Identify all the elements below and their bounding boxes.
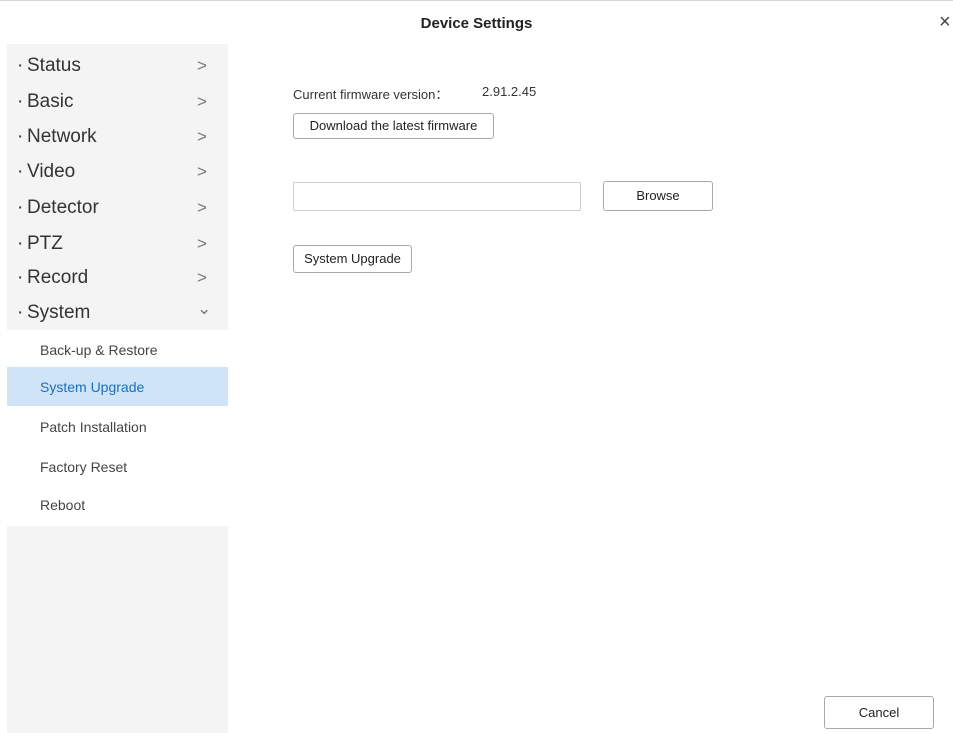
sidebar-item-label: Basic <box>27 91 74 112</box>
sidebar-item-label: Detector <box>27 197 99 218</box>
submenu-item-backup-restore[interactable]: Back-up & Restore <box>7 330 228 369</box>
submenu-item-patch-installation[interactable]: Patch Installation <box>7 407 228 446</box>
sidebar-item-status[interactable]: · Status > <box>7 48 228 84</box>
title-bar: Device Settings × <box>0 0 953 44</box>
sidebar-item-record[interactable]: · Record > <box>7 260 228 296</box>
submenu-item-system-upgrade[interactable]: System Upgrade <box>7 367 228 406</box>
submenu-item-factory-reset[interactable]: Factory Reset <box>7 447 228 486</box>
bullet-icon: · <box>17 267 24 288</box>
sidebar-item-basic[interactable]: · Basic > <box>7 84 228 120</box>
sidebar-item-label: PTZ <box>27 233 63 254</box>
bullet-icon: · <box>17 55 24 76</box>
chevron-right-icon: > <box>197 162 207 181</box>
sidebar-item-label: Record <box>27 267 89 288</box>
close-icon[interactable]: × <box>939 11 953 33</box>
browse-button[interactable]: Browse <box>603 181 713 211</box>
sidebar-item-label: System <box>27 302 91 323</box>
submenu-item-label: Reboot <box>40 497 86 513</box>
submenu-item-reboot[interactable]: Reboot <box>7 485 228 524</box>
submenu-item-label: System Upgrade <box>40 379 145 395</box>
chevron-down-icon: ⌄ <box>197 299 212 318</box>
download-firmware-button[interactable]: Download the latest firmware <box>293 113 494 139</box>
sidebar-item-video[interactable]: · Video > <box>7 154 228 190</box>
bullet-icon: · <box>17 161 24 182</box>
sidebar-item-ptz[interactable]: · PTZ > <box>7 226 228 262</box>
cancel-button[interactable]: Cancel <box>824 696 934 729</box>
submenu-item-label: Factory Reset <box>40 459 128 475</box>
bullet-icon: · <box>17 91 24 112</box>
chevron-right-icon: > <box>197 234 207 253</box>
chevron-right-icon: > <box>197 92 207 111</box>
firmware-version-label: Current firmware version： <box>293 87 449 102</box>
submenu-item-label: Patch Installation <box>40 419 147 435</box>
chevron-right-icon: > <box>197 127 207 146</box>
chevron-right-icon: > <box>197 268 207 287</box>
chevron-right-icon: > <box>197 56 207 75</box>
sidebar-item-system[interactable]: · System ⌄ <box>7 295 228 331</box>
main-content: Current firmware version： 2.91.2.45 Down… <box>228 44 953 733</box>
firmware-version-value: 2.91.2.45 <box>482 84 537 99</box>
window-title: Device Settings <box>420 15 533 32</box>
sidebar-item-detector[interactable]: · Detector > <box>7 190 228 226</box>
sidebar-item-label: Network <box>27 126 97 147</box>
firmware-file-path-input[interactable] <box>293 182 581 211</box>
bullet-icon: · <box>17 197 24 218</box>
sidebar-item-label: Status <box>27 55 81 76</box>
settings-sidebar: · Status > · Basic > · Network > · Video… <box>7 44 228 733</box>
submenu-item-label: Back-up & Restore <box>40 342 158 358</box>
bullet-icon: · <box>17 302 24 323</box>
sidebar-item-label: Video <box>27 161 76 182</box>
system-upgrade-button[interactable]: System Upgrade <box>293 245 412 273</box>
sidebar-item-network[interactable]: · Network > <box>7 119 228 155</box>
system-submenu: Back-up & Restore System Upgrade Patch I… <box>7 330 228 526</box>
bullet-icon: · <box>17 126 24 147</box>
chevron-right-icon: > <box>197 198 207 217</box>
bullet-icon: · <box>17 233 24 254</box>
